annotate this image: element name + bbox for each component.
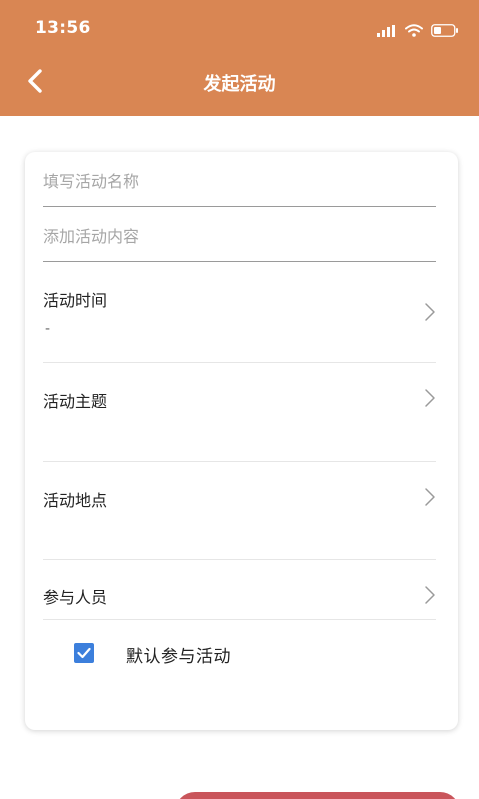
page-title: 发起活动 — [203, 74, 276, 95]
activity-location-row[interactable]: 活动地点 — [43, 462, 436, 560]
default-participate-checkbox[interactable] — [74, 643, 94, 663]
activity-theme-label: 活动主题 — [43, 392, 108, 411]
activity-theme-row[interactable]: 活动主题 — [43, 363, 436, 462]
status-icons — [377, 22, 459, 41]
activity-name-input[interactable]: 填写活动名称 — [43, 152, 436, 207]
submit-button[interactable] — [175, 792, 460, 799]
default-participate-label[interactable]: 默认参与活动 — [126, 642, 231, 667]
activity-content-input[interactable]: 添加活动内容 — [43, 207, 436, 262]
wifi-icon — [405, 22, 423, 41]
chevron-right-icon — [424, 487, 436, 507]
activity-location-label: 活动地点 — [43, 491, 108, 510]
status-time: 13:56 — [35, 18, 91, 38]
activity-time-label: 活动时间 — [43, 291, 108, 310]
chevron-right-icon — [424, 585, 436, 605]
chevron-right-icon — [424, 302, 436, 322]
activity-name-placeholder: 填写活动名称 — [43, 172, 140, 191]
page: 13:56 发起活动 填写活动名称 添加活动内容 活动时间 - 活动主题 活动地… — [0, 0, 479, 799]
activity-time-value: - — [45, 321, 51, 337]
battery-icon — [431, 22, 459, 41]
chevron-right-icon — [424, 388, 436, 408]
activity-form-card: 填写活动名称 添加活动内容 活动时间 - 活动主题 活动地点 参与人员 默认参与… — [25, 152, 458, 730]
participants-row[interactable]: 参与人员 — [43, 560, 436, 620]
signal-icon — [377, 22, 397, 41]
header: 13:56 发起活动 — [0, 0, 479, 116]
activity-content-placeholder: 添加活动内容 — [43, 227, 140, 246]
activity-time-row[interactable]: 活动时间 - — [43, 263, 436, 363]
checkmark-icon — [77, 644, 91, 663]
participants-label: 参与人员 — [43, 588, 108, 607]
